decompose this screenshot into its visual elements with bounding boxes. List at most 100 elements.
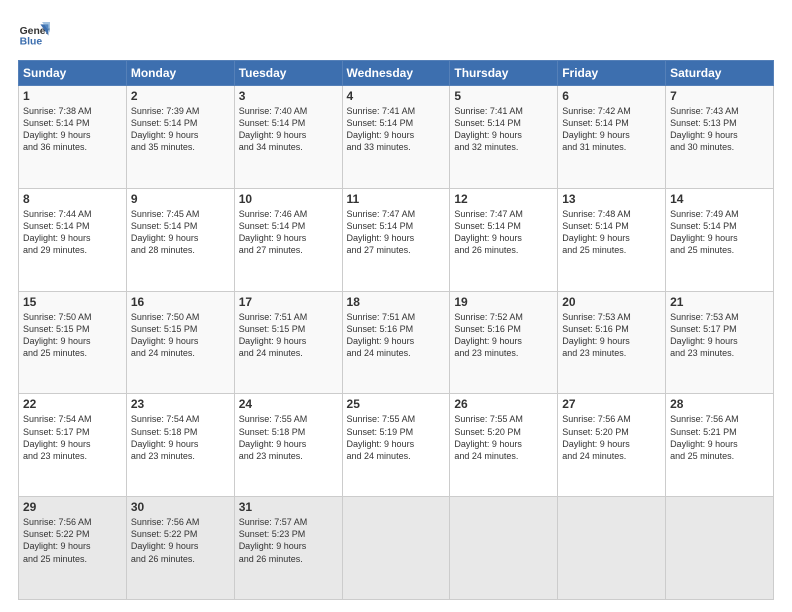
day-info: Sunrise: 7:44 AMSunset: 5:14 PMDaylight:… — [23, 208, 122, 257]
days-header-row: SundayMondayTuesdayWednesdayThursdayFrid… — [19, 61, 774, 86]
calendar-cell: 17Sunrise: 7:51 AMSunset: 5:15 PMDayligh… — [234, 291, 342, 394]
day-number: 12 — [454, 192, 553, 206]
day-info: Sunrise: 7:53 AMSunset: 5:17 PMDaylight:… — [670, 311, 769, 360]
calendar-cell: 15 Sunrise: 7:50 AMSunset: 5:15 PMDayligh… — [19, 291, 127, 394]
day-number: 29 — [23, 500, 122, 514]
day-info: Sunrise: 7:43 AMSunset: 5:13 PMDaylight:… — [670, 105, 769, 154]
day-number: 16 — [131, 295, 230, 309]
calendar: SundayMondayTuesdayWednesdayThursdayFrid… — [18, 60, 774, 600]
day-number: 27 — [562, 397, 661, 411]
day-info: Sunrise: 7:53 AMSunset: 5:16 PMDaylight:… — [562, 311, 661, 360]
svg-text:Blue: Blue — [20, 36, 43, 47]
calendar-cell: 31Sunrise: 7:57 AMSunset: 5:23 PMDayligh… — [234, 497, 342, 600]
calendar-cell: 9 Sunrise: 7:45 AMSunset: 5:14 PMDaylight… — [126, 188, 234, 291]
day-info: Sunrise: 7:56 AMSunset: 5:22 PMDaylight:… — [131, 516, 230, 565]
day-number: 15 — [23, 295, 122, 309]
calendar-cell — [558, 497, 666, 600]
day-number: 13 — [562, 192, 661, 206]
day-number: 7 — [670, 89, 769, 103]
day-info: Sunrise: 7:41 AMSunset: 5:14 PMDaylight:… — [454, 105, 553, 154]
day-number: 20 — [562, 295, 661, 309]
calendar-cell — [342, 497, 450, 600]
day-number: 28 — [670, 397, 769, 411]
calendar-cell: 12 Sunrise: 7:47 AMSunset: 5:14 PMDayligh… — [450, 188, 558, 291]
day-number: 22 — [23, 397, 122, 411]
day-info: Sunrise: 7:51 AMSunset: 5:15 PMDaylight:… — [239, 311, 338, 360]
day-info: Sunrise: 7:55 AMSunset: 5:20 PMDaylight:… — [454, 413, 553, 462]
day-number: 1 — [23, 89, 122, 103]
day-header-wednesday: Wednesday — [342, 61, 450, 86]
day-header-sunday: Sunday — [19, 61, 127, 86]
calendar-cell: 7 Sunrise: 7:43 AMSunset: 5:13 PMDaylight… — [666, 86, 774, 189]
calendar-cell: 14 Sunrise: 7:49 AMSunset: 5:14 PMDayligh… — [666, 188, 774, 291]
day-number: 6 — [562, 89, 661, 103]
day-number: 11 — [347, 192, 446, 206]
day-info: Sunrise: 7:38 AMSunset: 5:14 PMDaylight:… — [23, 105, 122, 154]
calendar-cell: 21 Sunrise: 7:53 AMSunset: 5:17 PMDayligh… — [666, 291, 774, 394]
calendar-cell — [450, 497, 558, 600]
calendar-cell: 13 Sunrise: 7:48 AMSunset: 5:14 PMDayligh… — [558, 188, 666, 291]
day-header-thursday: Thursday — [450, 61, 558, 86]
day-number: 9 — [131, 192, 230, 206]
calendar-cell: 29 Sunrise: 7:56 AMSunset: 5:22 PMDayligh… — [19, 497, 127, 600]
day-info: Sunrise: 7:55 AMSunset: 5:19 PMDaylight:… — [347, 413, 446, 462]
calendar-cell: 19 Sunrise: 7:52 AMSunset: 5:16 PMDayligh… — [450, 291, 558, 394]
day-number: 14 — [670, 192, 769, 206]
calendar-cell: 6 Sunrise: 7:42 AMSunset: 5:14 PMDaylight… — [558, 86, 666, 189]
day-number: 23 — [131, 397, 230, 411]
day-number: 2 — [131, 89, 230, 103]
day-info: Sunrise: 7:54 AMSunset: 5:18 PMDaylight:… — [131, 413, 230, 462]
calendar-cell: 22 Sunrise: 7:54 AMSunset: 5:17 PMDayligh… — [19, 394, 127, 497]
calendar-cell: 4Sunrise: 7:41 AMSunset: 5:14 PMDaylight… — [342, 86, 450, 189]
day-info: Sunrise: 7:46 AMSunset: 5:14 PMDaylight:… — [239, 208, 338, 257]
calendar-cell: 3 Sunrise: 7:40 AMSunset: 5:14 PMDaylight… — [234, 86, 342, 189]
day-header-monday: Monday — [126, 61, 234, 86]
day-info: Sunrise: 7:45 AMSunset: 5:14 PMDaylight:… — [131, 208, 230, 257]
day-info: Sunrise: 7:56 AMSunset: 5:21 PMDaylight:… — [670, 413, 769, 462]
calendar-cell: 30 Sunrise: 7:56 AMSunset: 5:22 PMDayligh… — [126, 497, 234, 600]
logo-icon: General Blue — [18, 18, 50, 50]
day-info: Sunrise: 7:55 AMSunset: 5:18 PMDaylight:… — [239, 413, 338, 462]
day-info: Sunrise: 7:47 AMSunset: 5:14 PMDaylight:… — [454, 208, 553, 257]
calendar-cell: 8 Sunrise: 7:44 AMSunset: 5:14 PMDaylight… — [19, 188, 127, 291]
calendar-cell: 25 Sunrise: 7:55 AMSunset: 5:19 PMDayligh… — [342, 394, 450, 497]
day-number: 18 — [347, 295, 446, 309]
day-info: Sunrise: 7:48 AMSunset: 5:14 PMDaylight:… — [562, 208, 661, 257]
day-header-friday: Friday — [558, 61, 666, 86]
day-info: Sunrise: 7:56 AMSunset: 5:20 PMDaylight:… — [562, 413, 661, 462]
day-number: 19 — [454, 295, 553, 309]
calendar-cell: 28 Sunrise: 7:56 AMSunset: 5:21 PMDayligh… — [666, 394, 774, 497]
calendar-cell: 26 Sunrise: 7:55 AMSunset: 5:20 PMDayligh… — [450, 394, 558, 497]
day-header-saturday: Saturday — [666, 61, 774, 86]
day-number: 4 — [347, 89, 446, 103]
day-info: Sunrise: 7:56 AMSunset: 5:22 PMDaylight:… — [23, 516, 122, 565]
day-number: 30 — [131, 500, 230, 514]
week-row-2: 8 Sunrise: 7:44 AMSunset: 5:14 PMDaylight… — [19, 188, 774, 291]
day-info: Sunrise: 7:47 AMSunset: 5:14 PMDaylight:… — [347, 208, 446, 257]
day-number: 25 — [347, 397, 446, 411]
day-info: Sunrise: 7:40 AMSunset: 5:14 PMDaylight:… — [239, 105, 338, 154]
week-row-4: 22 Sunrise: 7:54 AMSunset: 5:17 PMDayligh… — [19, 394, 774, 497]
day-info: Sunrise: 7:39 AMSunset: 5:14 PMDaylight:… — [131, 105, 230, 154]
calendar-cell: 23 Sunrise: 7:54 AMSunset: 5:18 PMDayligh… — [126, 394, 234, 497]
header: General Blue — [18, 18, 774, 50]
calendar-cell: 20 Sunrise: 7:53 AMSunset: 5:16 PMDayligh… — [558, 291, 666, 394]
day-info: Sunrise: 7:57 AMSunset: 5:23 PMDaylight:… — [239, 516, 338, 565]
calendar-body: 1 Sunrise: 7:38 AMSunset: 5:14 PMDaylight… — [19, 86, 774, 600]
week-row-1: 1 Sunrise: 7:38 AMSunset: 5:14 PMDaylight… — [19, 86, 774, 189]
day-number: 10 — [239, 192, 338, 206]
day-info: Sunrise: 7:52 AMSunset: 5:16 PMDaylight:… — [454, 311, 553, 360]
day-number: 21 — [670, 295, 769, 309]
day-number: 8 — [23, 192, 122, 206]
day-number: 24 — [239, 397, 338, 411]
day-number: 26 — [454, 397, 553, 411]
calendar-cell: 27 Sunrise: 7:56 AMSunset: 5:20 PMDayligh… — [558, 394, 666, 497]
calendar-cell — [666, 497, 774, 600]
calendar-cell: 11 Sunrise: 7:47 AMSunset: 5:14 PMDayligh… — [342, 188, 450, 291]
day-info: Sunrise: 7:42 AMSunset: 5:14 PMDaylight:… — [562, 105, 661, 154]
day-number: 3 — [239, 89, 338, 103]
day-info: Sunrise: 7:54 AMSunset: 5:17 PMDaylight:… — [23, 413, 122, 462]
calendar-cell: 24 Sunrise: 7:55 AMSunset: 5:18 PMDayligh… — [234, 394, 342, 497]
day-info: Sunrise: 7:49 AMSunset: 5:14 PMDaylight:… — [670, 208, 769, 257]
day-info: Sunrise: 7:50 AMSunset: 5:15 PMDaylight:… — [23, 311, 122, 360]
